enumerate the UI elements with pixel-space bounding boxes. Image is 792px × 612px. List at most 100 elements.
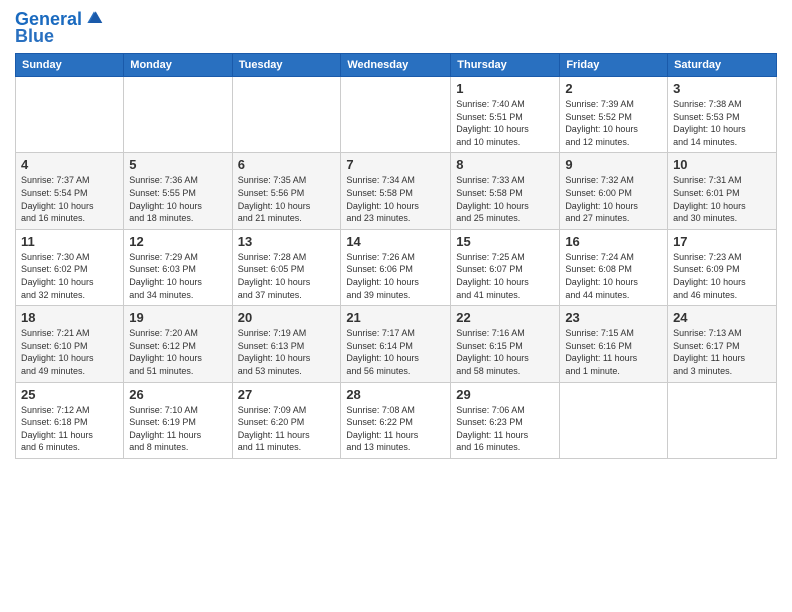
day-info: Sunrise: 7:17 AMSunset: 6:14 PMDaylight:… [346,327,445,377]
calendar-cell: 17Sunrise: 7:23 AMSunset: 6:09 PMDayligh… [668,229,777,305]
calendar-cell: 18 Sunrise: 7:21 AMSunset: 6:10 PMDayligh… [16,306,124,382]
calendar-cell: 1 Sunrise: 7:40 AMSunset: 5:51 PMDaylight… [451,77,560,153]
calendar-cell: 19 Sunrise: 7:20 AMSunset: 6:12 PMDayligh… [124,306,232,382]
day-info: Sunrise: 7:20 AMSunset: 6:12 PMDaylight:… [129,327,226,377]
day-info: Sunrise: 7:32 AMSunset: 6:00 PMDaylight:… [565,174,662,224]
day-info: Sunrise: 7:15 AMSunset: 6:16 PMDaylight:… [565,327,662,377]
day-info: Sunrise: 7:08 AMSunset: 6:22 PMDaylight:… [346,404,445,454]
calendar-cell: 23 Sunrise: 7:15 AMSunset: 6:16 PMDayligh… [560,306,668,382]
calendar-week-row: 1 Sunrise: 7:40 AMSunset: 5:51 PMDaylight… [16,77,777,153]
calendar-cell: 24Sunrise: 7:13 AMSunset: 6:17 PMDayligh… [668,306,777,382]
calendar-cell: 22 Sunrise: 7:16 AMSunset: 6:15 PMDayligh… [451,306,560,382]
calendar-cell: 8Sunrise: 7:33 AMSunset: 5:58 PMDaylight… [451,153,560,229]
day-number: 21 [346,310,445,325]
day-number: 4 [21,157,118,172]
day-number: 13 [238,234,336,249]
calendar-cell: 16 Sunrise: 7:24 AMSunset: 6:08 PMDayligh… [560,229,668,305]
day-number: 15 [456,234,554,249]
day-info: Sunrise: 7:19 AMSunset: 6:13 PMDaylight:… [238,327,336,377]
calendar-cell: 13 Sunrise: 7:28 AMSunset: 6:05 PMDayligh… [232,229,341,305]
logo-icon [84,8,104,28]
calendar-cell: 11 Sunrise: 7:30 AMSunset: 6:02 PMDayligh… [16,229,124,305]
page-container: General Blue SundayMondayTuesdayWednesda… [0,0,792,469]
calendar-cell: 20 Sunrise: 7:19 AMSunset: 6:13 PMDayligh… [232,306,341,382]
calendar-cell: 2 Sunrise: 7:39 AMSunset: 5:52 PMDaylight… [560,77,668,153]
day-info: Sunrise: 7:31 AMSunset: 6:01 PMDaylight:… [673,174,771,224]
day-info: Sunrise: 7:40 AMSunset: 5:51 PMDaylight:… [456,98,554,148]
day-header: Wednesday [341,54,451,77]
calendar-cell: 15 Sunrise: 7:25 AMSunset: 6:07 PMDayligh… [451,229,560,305]
calendar-cell: 27 Sunrise: 7:09 AMSunset: 6:20 PMDayligh… [232,382,341,458]
calendar-table: SundayMondayTuesdayWednesdayThursdayFrid… [15,53,777,459]
logo: General Blue [15,10,104,47]
day-number: 9 [565,157,662,172]
day-number: 25 [21,387,118,402]
day-info: Sunrise: 7:29 AMSunset: 6:03 PMDaylight:… [129,251,226,301]
day-info: Sunrise: 7:09 AMSunset: 6:20 PMDaylight:… [238,404,336,454]
day-number: 24 [673,310,771,325]
day-number: 29 [456,387,554,402]
calendar-cell: 21 Sunrise: 7:17 AMSunset: 6:14 PMDayligh… [341,306,451,382]
calendar-cell: 5Sunrise: 7:36 AMSunset: 5:55 PMDaylight… [124,153,232,229]
day-number: 20 [238,310,336,325]
day-info: Sunrise: 7:30 AMSunset: 6:02 PMDaylight:… [21,251,118,301]
day-number: 10 [673,157,771,172]
calendar-cell: 12 Sunrise: 7:29 AMSunset: 6:03 PMDayligh… [124,229,232,305]
calendar-cell [668,382,777,458]
calendar-cell: 7Sunrise: 7:34 AMSunset: 5:58 PMDaylight… [341,153,451,229]
day-info: Sunrise: 7:21 AMSunset: 6:10 PMDaylight:… [21,327,118,377]
day-header: Saturday [668,54,777,77]
calendar-cell [341,77,451,153]
calendar-cell: 29 Sunrise: 7:06 AMSunset: 6:23 PMDayligh… [451,382,560,458]
day-info: Sunrise: 7:39 AMSunset: 5:52 PMDaylight:… [565,98,662,148]
day-number: 19 [129,310,226,325]
calendar-cell: 3 Sunrise: 7:38 AMSunset: 5:53 PMDaylight… [668,77,777,153]
calendar-cell: 4 Sunrise: 7:37 AMSunset: 5:54 PMDaylight… [16,153,124,229]
day-header: Thursday [451,54,560,77]
calendar-cell [16,77,124,153]
logo-text-line2: Blue [15,26,54,46]
day-info: Sunrise: 7:10 AMSunset: 6:19 PMDaylight:… [129,404,226,454]
day-number: 8 [456,157,554,172]
calendar-cell: 14Sunrise: 7:26 AMSunset: 6:06 PMDayligh… [341,229,451,305]
calendar-cell [560,382,668,458]
calendar-week-row: 4 Sunrise: 7:37 AMSunset: 5:54 PMDaylight… [16,153,777,229]
calendar-cell [124,77,232,153]
day-header: Tuesday [232,54,341,77]
day-number: 3 [673,81,771,96]
header: General Blue [15,10,777,47]
day-info: Sunrise: 7:35 AMSunset: 5:56 PMDaylight:… [238,174,336,224]
day-number: 27 [238,387,336,402]
calendar-week-row: 11 Sunrise: 7:30 AMSunset: 6:02 PMDayligh… [16,229,777,305]
day-number: 26 [129,387,226,402]
calendar-header-row: SundayMondayTuesdayWednesdayThursdayFrid… [16,54,777,77]
day-number: 5 [129,157,226,172]
day-number: 12 [129,234,226,249]
calendar-week-row: 25 Sunrise: 7:12 AMSunset: 6:18 PMDayligh… [16,382,777,458]
calendar-cell: 9 Sunrise: 7:32 AMSunset: 6:00 PMDaylight… [560,153,668,229]
day-number: 16 [565,234,662,249]
day-header: Friday [560,54,668,77]
day-number: 11 [21,234,118,249]
day-info: Sunrise: 7:12 AMSunset: 6:18 PMDaylight:… [21,404,118,454]
day-number: 18 [21,310,118,325]
day-info: Sunrise: 7:37 AMSunset: 5:54 PMDaylight:… [21,174,118,224]
calendar-cell: 28 Sunrise: 7:08 AMSunset: 6:22 PMDayligh… [341,382,451,458]
day-info: Sunrise: 7:06 AMSunset: 6:23 PMDaylight:… [456,404,554,454]
day-number: 2 [565,81,662,96]
day-number: 17 [673,234,771,249]
calendar-cell: 10 Sunrise: 7:31 AMSunset: 6:01 PMDayligh… [668,153,777,229]
day-number: 6 [238,157,336,172]
calendar-cell: 26 Sunrise: 7:10 AMSunset: 6:19 PMDayligh… [124,382,232,458]
day-number: 28 [346,387,445,402]
day-info: Sunrise: 7:38 AMSunset: 5:53 PMDaylight:… [673,98,771,148]
calendar-week-row: 18 Sunrise: 7:21 AMSunset: 6:10 PMDayligh… [16,306,777,382]
day-info: Sunrise: 7:25 AMSunset: 6:07 PMDaylight:… [456,251,554,301]
day-number: 1 [456,81,554,96]
day-number: 23 [565,310,662,325]
day-number: 22 [456,310,554,325]
day-number: 14 [346,234,445,249]
day-info: Sunrise: 7:24 AMSunset: 6:08 PMDaylight:… [565,251,662,301]
day-info: Sunrise: 7:16 AMSunset: 6:15 PMDaylight:… [456,327,554,377]
day-info: Sunrise: 7:28 AMSunset: 6:05 PMDaylight:… [238,251,336,301]
